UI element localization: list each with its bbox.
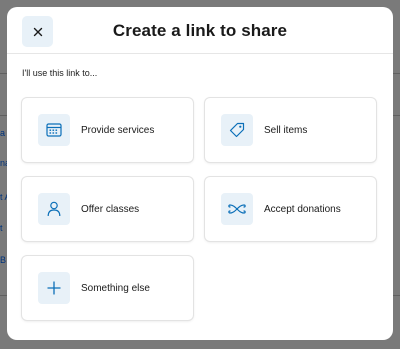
intro-text: I'll use this link to... [22, 68, 98, 78]
ribbon-icon [221, 193, 253, 225]
option-accept-donations[interactable]: Accept donations [205, 177, 376, 241]
modal-header: Create a link to share [7, 7, 393, 54]
plus-icon [38, 272, 70, 304]
option-label: Provide services [81, 124, 155, 136]
option-something-else[interactable]: Something else [22, 256, 193, 320]
tag-icon [221, 114, 253, 146]
modal-title: Create a link to share [112, 21, 288, 40]
share-link-modal: Create a link to share I'll use this lin… [7, 7, 393, 340]
option-label: Offer classes [81, 203, 140, 215]
option-sell-items[interactable]: Sell items [205, 98, 376, 162]
option-label: Something else [81, 282, 150, 294]
calendar-icon [38, 114, 70, 146]
option-label: Accept donations [264, 203, 341, 215]
option-provide-services[interactable]: Provide services [22, 98, 193, 162]
option-offer-classes[interactable]: Offer classes [22, 177, 193, 241]
person-icon [38, 193, 70, 225]
option-label: Sell items [264, 124, 308, 136]
